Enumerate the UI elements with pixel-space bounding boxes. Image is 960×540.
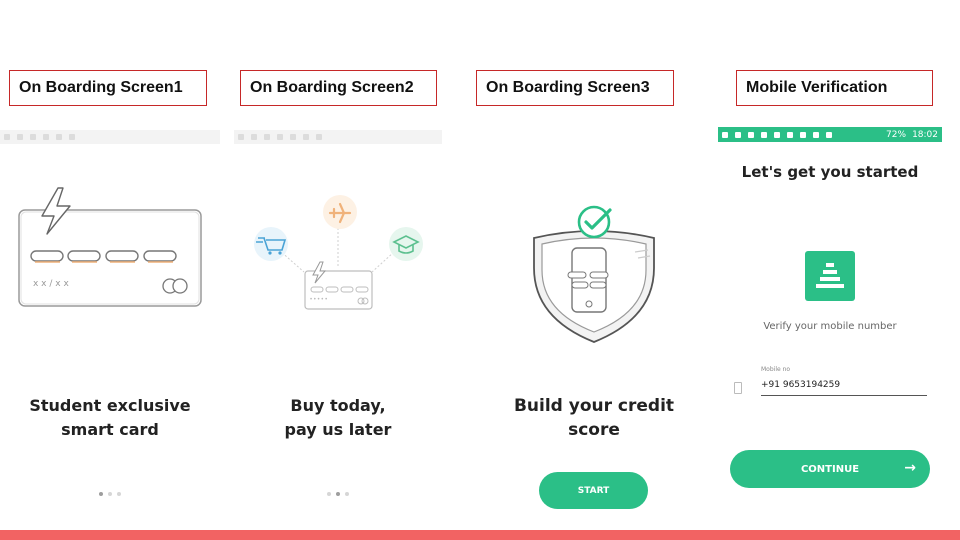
pay-later-illustration <box>254 195 423 310</box>
status-bar <box>0 130 220 144</box>
card-logo-circles <box>162 278 188 294</box>
label-onboarding-screen3: On Boarding Screen3 <box>476 70 674 106</box>
arrow-right-icon: → <box>904 460 916 476</box>
airplane-icon <box>323 195 357 229</box>
status-bar <box>234 130 442 144</box>
label-onboarding-screen1: On Boarding Screen1 <box>9 70 207 106</box>
credit-score-illustration <box>533 205 655 343</box>
page-dot <box>108 492 112 496</box>
continue-button-label: CONTINUE <box>800 463 860 475</box>
onboarding-screen-1: x x / x x Student exclusive smart card <box>0 130 220 530</box>
battery-level: 72% <box>886 129 907 140</box>
continue-button[interactable]: CONTINUE → <box>730 450 930 488</box>
onboarding-title: Build your credit score <box>513 396 675 440</box>
page-indicator <box>234 492 442 496</box>
checkmark-icon <box>577 205 612 239</box>
start-button[interactable]: START <box>539 472 648 509</box>
page-dot <box>99 492 103 496</box>
page-title: Let's get you started <box>741 163 919 181</box>
graduation-cap-icon <box>389 227 423 261</box>
onboarding-title-line1: Student exclusive <box>29 396 191 415</box>
label-onboarding-screen2: On Boarding Screen2 <box>240 70 437 106</box>
onboarding-title-line2: pay us later <box>284 420 392 439</box>
stack-logo-icon <box>805 251 855 301</box>
page-dot <box>345 492 349 496</box>
card-number-hint: • • • • • <box>310 297 328 303</box>
mobile-field-label: Mobile no <box>761 366 791 373</box>
onboarding-title-line2: smart card <box>61 420 159 439</box>
verify-mobile-text: Verify your mobile number <box>763 321 897 332</box>
mobile-verification-screen: 72% 18:02 Let's get you started Verify y… <box>718 127 942 530</box>
page-dot <box>327 492 331 496</box>
page-indicator <box>0 492 220 496</box>
onboarding-screen-2: • • • • • Buy today, pay us later <box>234 130 442 530</box>
status-time: 18:02 <box>912 129 938 140</box>
card-expiry: x x / x x <box>33 279 69 289</box>
onboarding-title-line1: Buy today, <box>290 396 386 415</box>
shopping-cart-icon <box>254 227 288 261</box>
phone-icon <box>567 247 609 313</box>
page-dot <box>117 492 121 496</box>
label-mobile-verification: Mobile Verification <box>736 70 933 106</box>
status-bar: 72% 18:02 <box>718 127 942 142</box>
bottom-accent-bar <box>0 530 960 540</box>
phone-icon <box>734 382 742 394</box>
credit-card-icon <box>304 270 373 310</box>
credit-card-illustration <box>18 187 202 307</box>
onboarding-screen-3: Build your credit score START <box>490 130 698 530</box>
page-dot <box>336 492 340 496</box>
mobile-number-field[interactable]: +91 9653194259 <box>761 378 927 396</box>
